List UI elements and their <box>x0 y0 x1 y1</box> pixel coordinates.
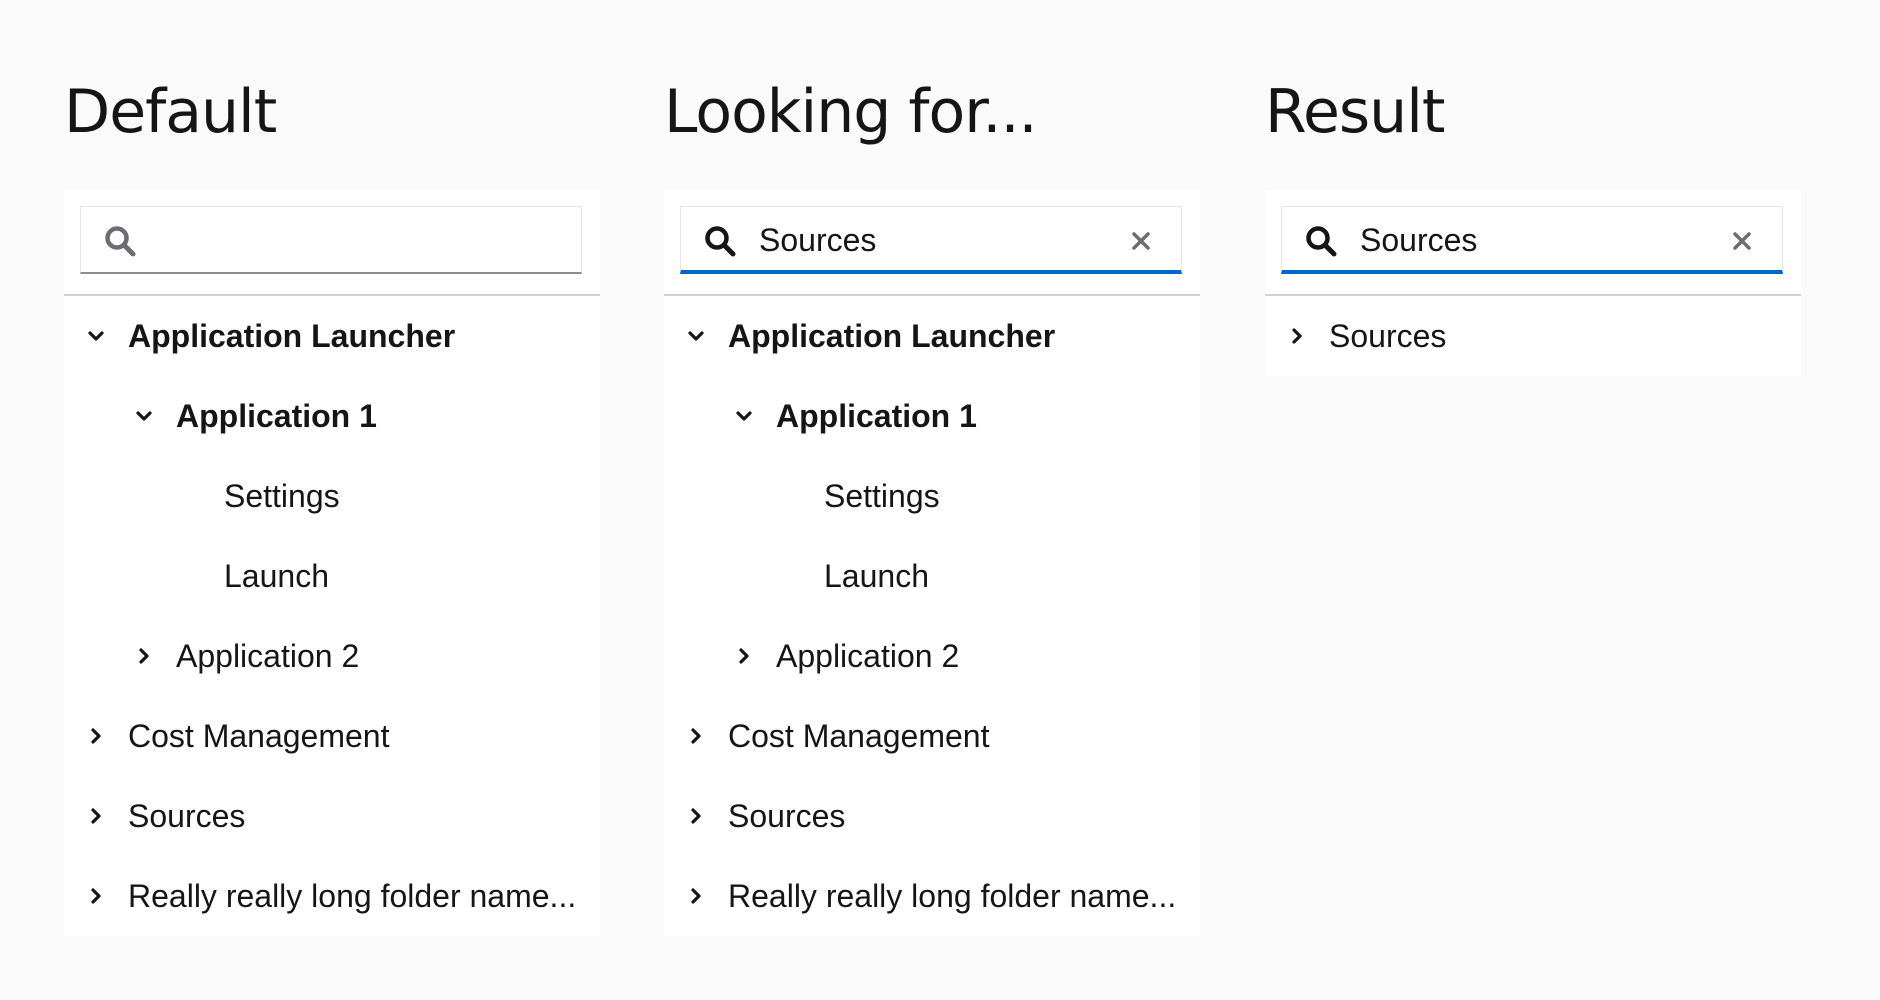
tree-item-label: Settings <box>824 478 940 514</box>
tree-view-panel: Sources <box>1265 190 1801 376</box>
tree-item[interactable]: Sources <box>664 776 1200 856</box>
chevron-right-icon[interactable] <box>133 645 155 667</box>
search-input[interactable] <box>159 217 519 263</box>
tree-item-label: Launch <box>824 558 929 594</box>
column-title: Default <box>64 77 277 147</box>
search-icon <box>703 224 737 258</box>
tree-view-search-comparison: Default Application Launcher Application 1… <box>0 0 1880 1000</box>
tree-item-label: Cost Management <box>128 718 390 754</box>
tree-view-panel: Application Launcher Application 1 Setting… <box>64 190 600 936</box>
chevron-right-icon[interactable] <box>685 805 707 827</box>
column-title: Result <box>1265 77 1445 147</box>
chevron-right-icon[interactable] <box>685 725 707 747</box>
tree-item-label: Application Launcher <box>728 318 1056 354</box>
tree-item[interactable]: Settings <box>664 456 1200 536</box>
search-toolbar <box>664 190 1200 296</box>
search-toolbar <box>64 190 600 296</box>
tree-item-label: Launch <box>224 558 329 594</box>
close-icon[interactable] <box>1730 229 1754 253</box>
tree-item[interactable]: Really really long folder name... <box>64 856 600 936</box>
search-box[interactable] <box>1281 206 1783 274</box>
tree-item[interactable]: Application 2 <box>64 616 600 696</box>
tree-item[interactable]: Launch <box>664 536 1200 616</box>
tree-item-label: Application Launcher <box>128 318 456 354</box>
tree-list: Sources <box>1265 296 1801 376</box>
tree-item-label: Sources <box>128 798 246 834</box>
search-icon <box>103 224 137 258</box>
tree-list: Application Launcher Application 1 Setting… <box>64 296 600 936</box>
tree-item[interactable]: Application 2 <box>664 616 1200 696</box>
tree-item[interactable]: Settings <box>64 456 600 536</box>
chevron-right-icon[interactable] <box>85 885 107 907</box>
chevron-right-icon[interactable] <box>85 805 107 827</box>
search-icon <box>1304 224 1338 258</box>
chevron-right-icon[interactable] <box>685 885 707 907</box>
tree-item[interactable]: Really really long folder name... <box>664 856 1200 936</box>
tree-item-label: Application 2 <box>776 638 960 674</box>
tree-item-label: Application 2 <box>176 638 360 674</box>
tree-view-panel: Application Launcher Application 1 Setting… <box>664 190 1200 936</box>
tree-item-label: Application 1 <box>776 398 977 434</box>
chevron-down-icon[interactable] <box>85 325 107 347</box>
tree-item[interactable]: Application Launcher <box>664 296 1200 376</box>
search-input[interactable] <box>759 217 1119 263</box>
tree-item-label: Application 1 <box>176 398 377 434</box>
chevron-down-icon[interactable] <box>133 405 155 427</box>
tree-item[interactable]: Sources <box>1265 296 1801 376</box>
search-input[interactable] <box>1360 217 1720 263</box>
search-box[interactable] <box>680 206 1182 274</box>
tree-item-label: Sources <box>728 798 846 834</box>
tree-item[interactable]: Application 1 <box>664 376 1200 456</box>
chevron-right-icon[interactable] <box>733 645 755 667</box>
tree-item-label: Sources <box>1329 318 1447 354</box>
tree-item[interactable]: Application 1 <box>64 376 600 456</box>
tree-item-label: Settings <box>224 478 340 514</box>
chevron-down-icon[interactable] <box>685 325 707 347</box>
tree-item[interactable]: Cost Management <box>664 696 1200 776</box>
search-box[interactable] <box>80 206 582 274</box>
search-toolbar <box>1265 190 1801 296</box>
tree-item-label: Cost Management <box>728 718 990 754</box>
tree-item[interactable]: Cost Management <box>64 696 600 776</box>
tree-item[interactable]: Launch <box>64 536 600 616</box>
tree-item-label: Really really long folder name... <box>728 878 1177 914</box>
tree-item[interactable]: Application Launcher <box>64 296 600 376</box>
chevron-right-icon[interactable] <box>1286 325 1308 347</box>
tree-item-label: Really really long folder name... <box>128 878 577 914</box>
chevron-right-icon[interactable] <box>85 725 107 747</box>
tree-item[interactable]: Sources <box>64 776 600 856</box>
close-icon[interactable] <box>1129 229 1153 253</box>
tree-list: Application Launcher Application 1 Setting… <box>664 296 1200 936</box>
chevron-down-icon[interactable] <box>733 405 755 427</box>
column-title: Looking for... <box>664 77 1038 147</box>
